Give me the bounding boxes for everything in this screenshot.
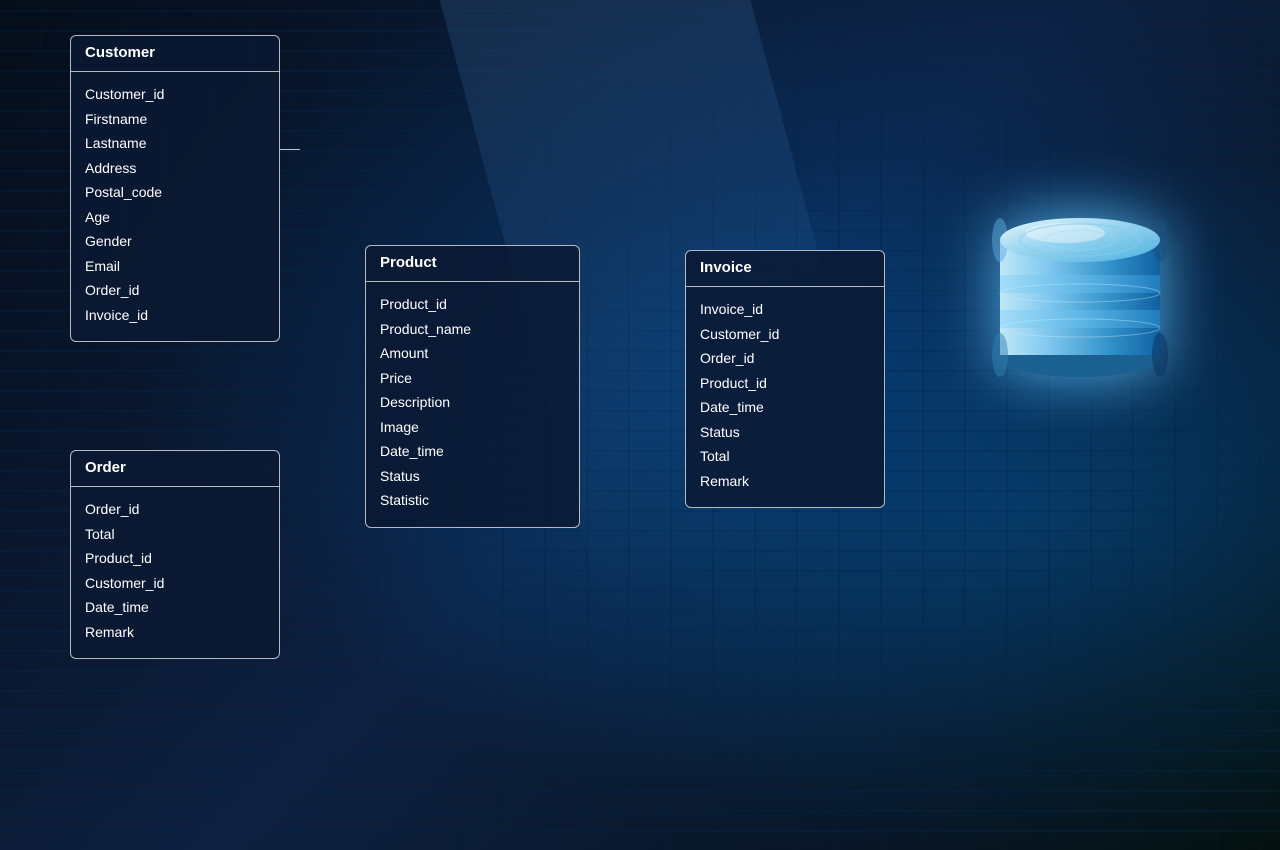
product-entity: Product Product_id Product_name Amount P… — [365, 245, 580, 528]
field-status-i: Status — [700, 420, 870, 445]
field-gender: Gender — [85, 229, 265, 254]
customer-fields: Customer_id Firstname Lastname Address P… — [71, 72, 279, 341]
field-email: Email — [85, 254, 265, 279]
field-order-id: Order_id — [85, 278, 265, 303]
customer-entity: Customer Customer_id Firstname Lastname … — [70, 35, 280, 342]
product-title: Product — [366, 246, 579, 282]
field-product-name: Product_name — [380, 317, 565, 342]
field-customer-id-o: Customer_id — [85, 571, 265, 596]
customer-title: Customer — [71, 36, 279, 72]
field-address: Address — [85, 156, 265, 181]
order-fields: Order_id Total Product_id Customer_id Da… — [71, 487, 279, 658]
field-image: Image — [380, 415, 565, 440]
field-age: Age — [85, 205, 265, 230]
field-invoice-id: Invoice_id — [85, 303, 265, 328]
invoice-entity: Invoice Invoice_id Customer_id Order_id … — [685, 250, 885, 508]
field-invoice-id-i: Invoice_id — [700, 297, 870, 322]
field-customer-id-i: Customer_id — [700, 322, 870, 347]
field-amount: Amount — [380, 341, 565, 366]
product-fields: Product_id Product_name Amount Price Des… — [366, 282, 579, 527]
field-customer-id: Customer_id — [85, 82, 265, 107]
field-order-id-i: Order_id — [700, 346, 870, 371]
invoice-title: Invoice — [686, 251, 884, 287]
field-product-id-i: Product_id — [700, 371, 870, 396]
field-product-id-o: Product_id — [85, 546, 265, 571]
field-status-p: Status — [380, 464, 565, 489]
field-description: Description — [380, 390, 565, 415]
field-lastname: Lastname — [85, 131, 265, 156]
invoice-fields: Invoice_id Customer_id Order_id Product_… — [686, 287, 884, 507]
field-statistic: Statistic — [380, 488, 565, 513]
field-order-id-o: Order_id — [85, 497, 265, 522]
field-datetime-p: Date_time — [380, 439, 565, 464]
field-total-o: Total — [85, 522, 265, 547]
field-remark-i: Remark — [700, 469, 870, 494]
field-total-i: Total — [700, 444, 870, 469]
field-product-id-p: Product_id — [380, 292, 565, 317]
field-firstname: Firstname — [85, 107, 265, 132]
field-remark-o: Remark — [85, 620, 265, 645]
field-price: Price — [380, 366, 565, 391]
field-postal-code: Postal_code — [85, 180, 265, 205]
order-title: Order — [71, 451, 279, 487]
order-entity: Order Order_id Total Product_id Customer… — [70, 450, 280, 659]
database-icon — [970, 160, 1190, 400]
field-datetime-i: Date_time — [700, 395, 870, 420]
field-datetime-o: Date_time — [85, 595, 265, 620]
